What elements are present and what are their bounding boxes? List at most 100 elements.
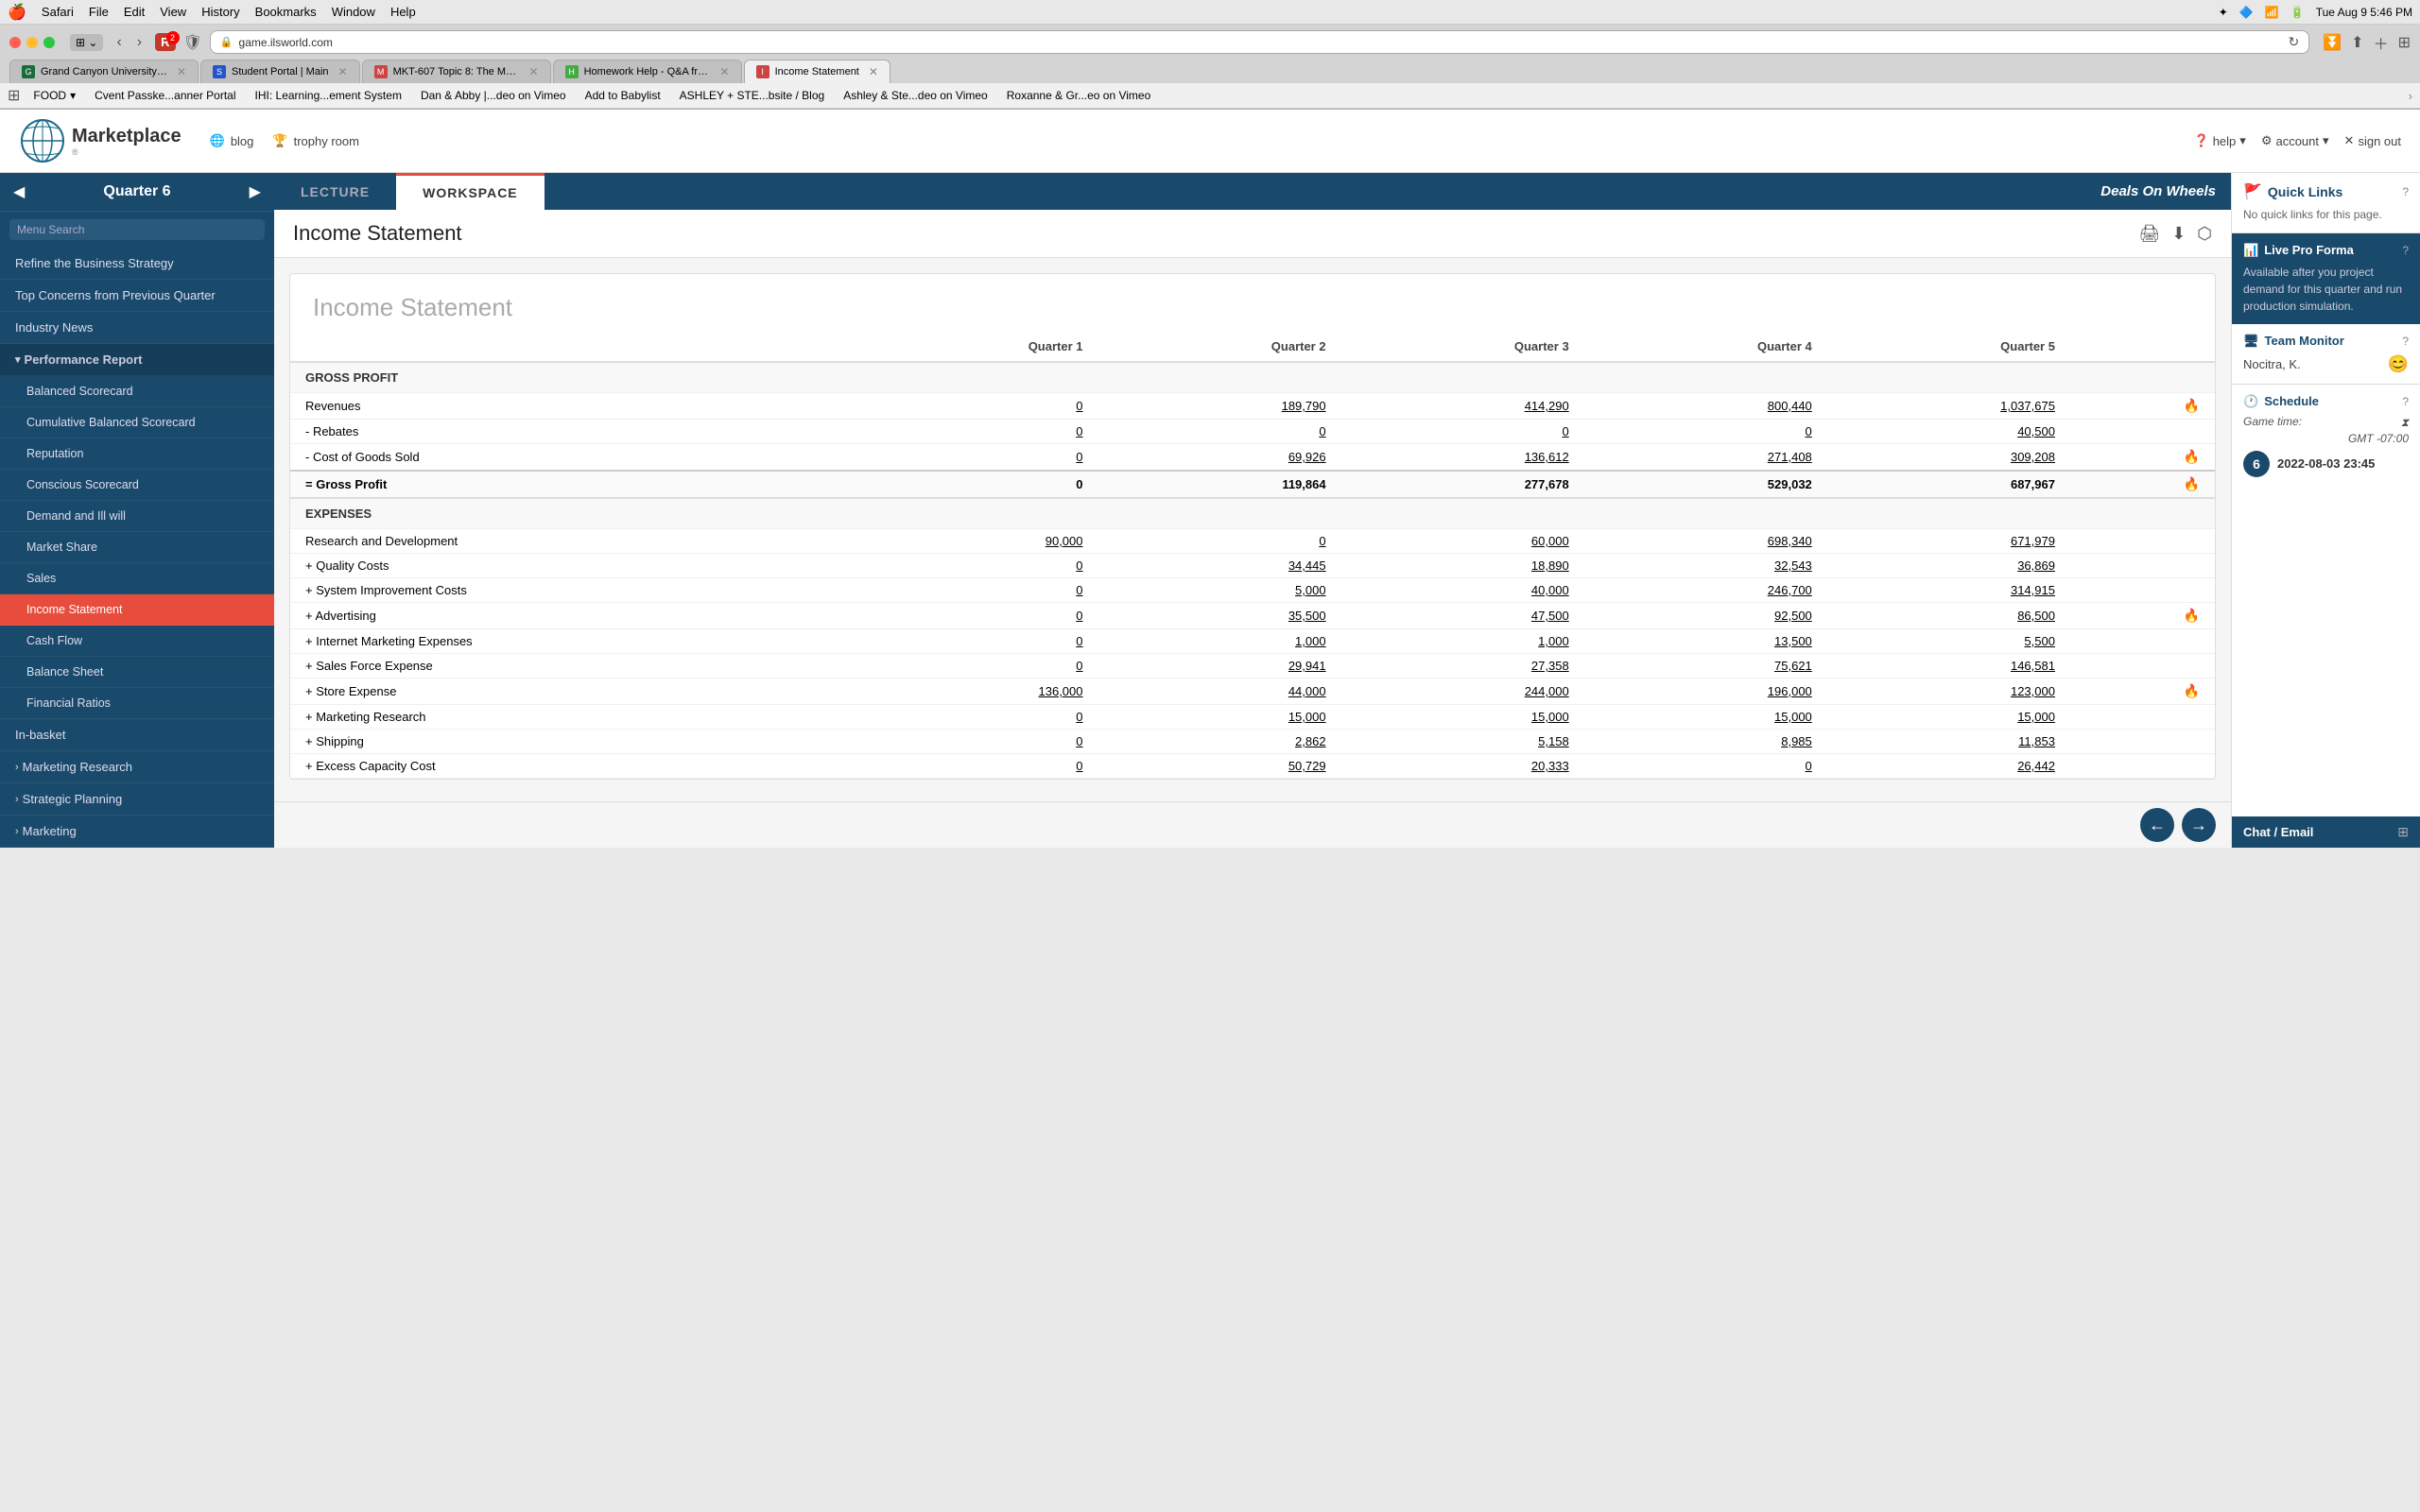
menu-window[interactable]: Window [332,5,375,19]
chat-expand-icon[interactable]: ⊞ [2397,824,2409,840]
menu-edit[interactable]: Edit [124,5,145,19]
quarter-label: Quarter 6 [103,183,170,200]
grid-button[interactable]: ⊞ [2398,31,2411,54]
page-header: Income Statement 🖨 ⬇ ⬡ [274,210,2231,258]
sidebar-item-sales[interactable]: Sales [0,563,274,594]
bookmark-ashleyste[interactable]: Ashley & Ste...deo on Vimeo [838,87,994,104]
tab-close-mkt607[interactable]: ✕ [529,65,539,78]
sidebar-item-industry-news[interactable]: Industry News [0,312,274,344]
sidebar-item-balanced-scorecard[interactable]: Balanced Scorecard [0,376,274,407]
menu-bookmarks[interactable]: Bookmarks [255,5,317,19]
table-row: + Sales Force Expense 0 29,941 27,358 75… [290,654,2215,679]
apps-grid-icon[interactable]: ⊞ [8,86,20,105]
tab-close-hwhelp[interactable]: ✕ [720,65,730,78]
bookmark-babylist[interactable]: Add to Babylist [579,87,666,104]
sidebar-item-marketing[interactable]: › Marketing [0,816,274,848]
tab-label-studentportal: Student Portal | Main [232,66,329,77]
nav-help[interactable]: ❓ help ▾ [2194,133,2246,148]
bookmark-ihi[interactable]: IHI: Learning...ement System [250,87,407,104]
share-button[interactable]: ⬆ [2351,31,2363,54]
external-link-button[interactable]: ⬡ [2197,224,2212,244]
tab-workspace[interactable]: WORKSPACE [396,173,544,210]
live-pro-forma-title: 📊 Live Pro Forma [2243,243,2354,258]
tab-close-gcu[interactable]: ✕ [177,65,186,78]
menu-safari[interactable]: Safari [42,5,74,19]
sidebar-item-income-statement[interactable]: Income Statement [0,594,274,626]
table-row: + System Improvement Costs 0 5,000 40,00… [290,578,2215,603]
tab-hwhelp[interactable]: H Homework Help - Q&A from Onlin... ✕ [553,60,742,83]
address-bar[interactable]: 🔒 game.ilsworld.com ↻ [210,30,2309,54]
download-page-button[interactable]: ⬇ [2171,224,2186,244]
menu-view[interactable]: View [160,5,186,19]
tab-incomestatement[interactable]: I Income Statement ✕ [744,60,890,83]
bookmark-danabby[interactable]: Dan & Abby |...deo on Vimeo [415,87,572,104]
team-monitor-help-button[interactable]: ? [2402,335,2409,348]
sidebar-next-button[interactable]: ▶ [250,182,261,201]
close-button[interactable] [9,37,21,48]
print-button[interactable]: 🖨 [2138,224,2160,244]
expandable-container: › Marketing [15,824,259,838]
schedule-section: 🕐 Schedule ? Game time: ⧗ GMT -07:00 6 2… [2232,385,2420,487]
menu-history[interactable]: History [201,5,239,19]
shield-extension-icon[interactable]: 🛡 [183,33,202,52]
tab-close-studentportal[interactable]: ✕ [338,65,348,78]
sidebar-item-in-basket[interactable]: In-basket [0,719,274,751]
expandable-container: › Strategic Planning [15,792,259,806]
sidebar-item-performance-report[interactable]: ▾ Performance Report [0,344,274,376]
tab-lecture[interactable]: LECTURE [274,175,396,209]
download-button[interactable]: ⏬ [2323,31,2342,54]
sidebar-item-label: Balance Sheet [26,665,103,679]
forward-button[interactable]: › [131,32,147,53]
tab-studentportal[interactable]: S Student Portal | Main ✕ [200,60,360,83]
menu-help[interactable]: Help [390,5,416,19]
prev-page-button[interactable]: ← [2140,808,2174,842]
sidebar-item-label: Demand and Ill will [26,509,126,523]
menu-search-input[interactable] [9,219,265,240]
bookmark-roxanne[interactable]: Roxanne & Gr...eo on Vimeo [1001,87,1157,104]
sidebar-toggle-button[interactable]: ⊞ ⌄ [70,34,103,51]
more-bookmarks-button[interactable]: › [2409,89,2412,103]
sidebar-item-conscious-scorecard[interactable]: Conscious Scorecard [0,470,274,501]
live-pro-forma-help-button[interactable]: ? [2402,244,2409,257]
tab-close-incomestatement[interactable]: ✕ [869,65,878,78]
bookmark-cvent[interactable]: Cvent Passke...anner Portal [89,87,241,104]
bookmark-food[interactable]: FOOD ▾ [27,87,81,104]
menu-file[interactable]: File [89,5,109,19]
sidebar-item-demand-ill-will[interactable]: Demand and Ill will [0,501,274,532]
apple-menu-icon[interactable]: 🍎 [8,3,26,22]
fullscreen-button[interactable] [43,37,55,48]
sidebar-item-financial-ratios[interactable]: Financial Ratios [0,688,274,719]
nav-blog[interactable]: 🌐 blog [210,133,254,148]
row-q4-rebates: 0 [1584,420,1827,444]
nav-trophy-room[interactable]: 🏆 trophy room [272,133,359,148]
tab-mkt607[interactable]: M MKT-607 Topic 8: The Marketing... ✕ [362,60,551,83]
spotlight-icon[interactable]: ✦ [2219,6,2228,19]
schedule-help-button[interactable]: ? [2402,395,2409,408]
tab-gcu[interactable]: G Grand Canyon University | Private... ✕ [9,60,199,83]
row-q5-salesforce: 146,581 [1827,654,2070,679]
back-button[interactable]: ‹ [111,32,127,53]
quick-links-help-button[interactable]: ? [2402,185,2409,198]
new-tab-button[interactable]: ＋ [2374,31,2389,54]
sidebar-item-market-share[interactable]: Market Share [0,532,274,563]
sidebar-item-top-concerns[interactable]: Top Concerns from Previous Quarter [0,280,274,312]
minimize-button[interactable] [26,37,38,48]
nav-account[interactable]: ⚙ account ▾ [2261,133,2329,148]
trend-shipping [2070,730,2215,754]
refresh-button[interactable]: ↻ [2289,34,2300,50]
sidebar-item-refine-strategy[interactable]: Refine the Business Strategy [0,248,274,280]
signout-icon: ✕ [2344,133,2355,148]
nav-signout[interactable]: ✕ sign out [2344,133,2401,148]
sidebar-item-cash-flow[interactable]: Cash Flow [0,626,274,657]
col-header-q3: Quarter 3 [1341,332,1584,362]
sidebar-item-reputation[interactable]: Reputation [0,438,274,470]
sidebar-item-balance-sheet[interactable]: Balance Sheet [0,657,274,688]
sidebar-item-marketing-research[interactable]: › Marketing Research [0,751,274,783]
r-extension-icon[interactable]: R 2 [155,35,175,49]
bookmark-ashley[interactable]: ASHLEY + STE...bsite / Blog [674,87,831,104]
income-statement-table: Quarter 1 Quarter 2 Quarter 3 Quarter 4 … [290,332,2215,779]
sidebar-item-strategic-planning[interactable]: › Strategic Planning [0,783,274,816]
sidebar-item-cumulative-balanced-scorecard[interactable]: Cumulative Balanced Scorecard [0,407,274,438]
next-page-button[interactable]: → [2182,808,2216,842]
sidebar-prev-button[interactable]: ◀ [13,182,25,201]
